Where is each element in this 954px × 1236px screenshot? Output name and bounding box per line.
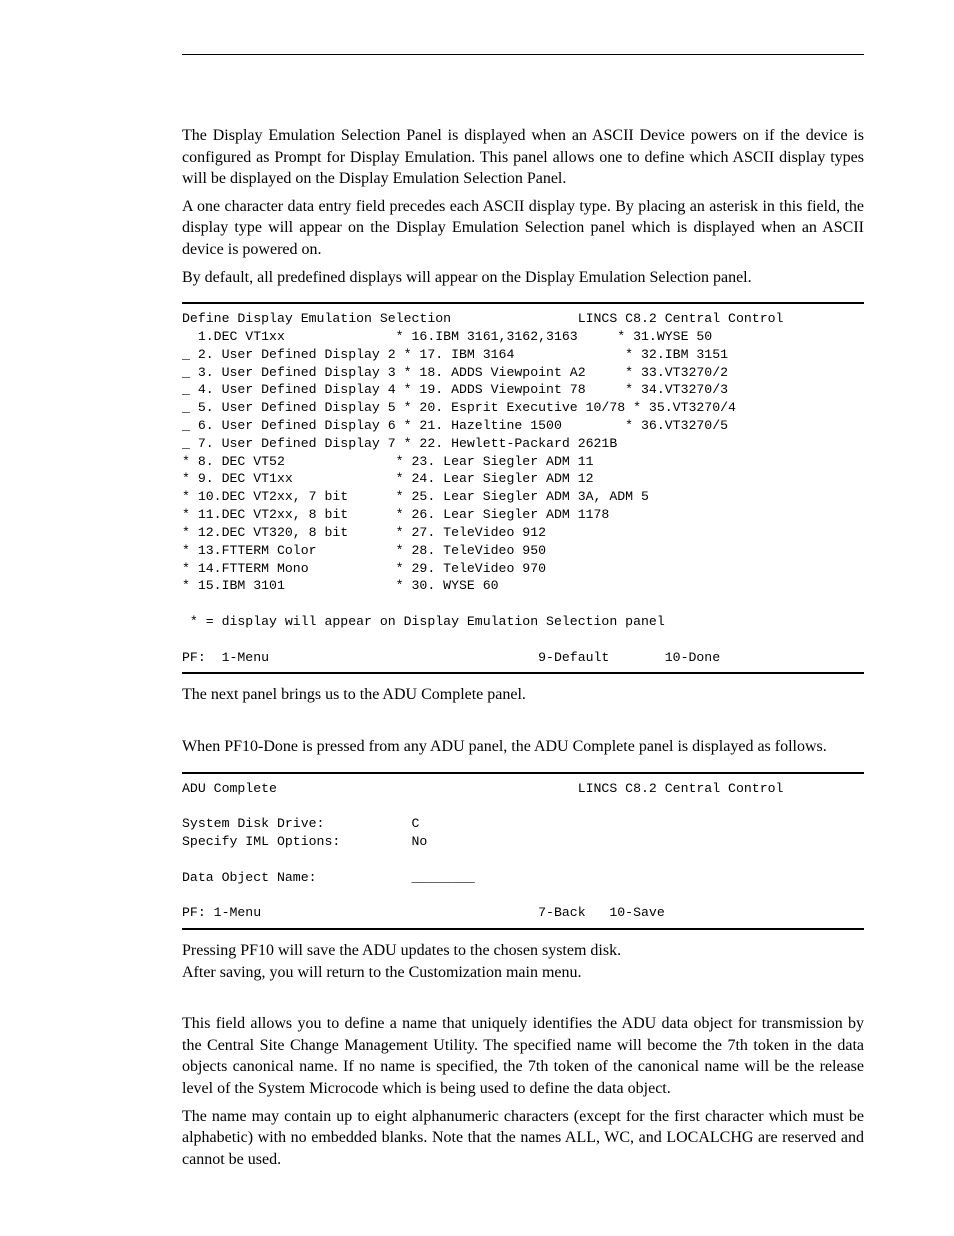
outro-p6: Pressing PF10 will save the ADU updates … xyxy=(182,940,864,962)
panel-define-display-emulation: Define Display Emulation Selection LINCS… xyxy=(182,302,864,674)
top-rule xyxy=(182,54,864,55)
outro-p9: The name may contain up to eight alphanu… xyxy=(182,1106,864,1171)
intro-p3: By default, all predefined displays will… xyxy=(182,267,864,289)
panel-adu-complete: ADU Complete LINCS C8.2 Central Control … xyxy=(182,772,864,931)
mid-p4: The next panel brings us to the ADU Comp… xyxy=(182,684,864,706)
mid-p5: When PF10-Done is pressed from any ADU p… xyxy=(182,736,864,758)
outro-p7: After saving, you will return to the Cus… xyxy=(182,962,864,984)
intro-p2: A one character data entry field precede… xyxy=(182,196,864,261)
intro-p1: The Display Emulation Selection Panel is… xyxy=(182,125,864,190)
outro-p8: This field allows you to define a name t… xyxy=(182,1013,864,1099)
